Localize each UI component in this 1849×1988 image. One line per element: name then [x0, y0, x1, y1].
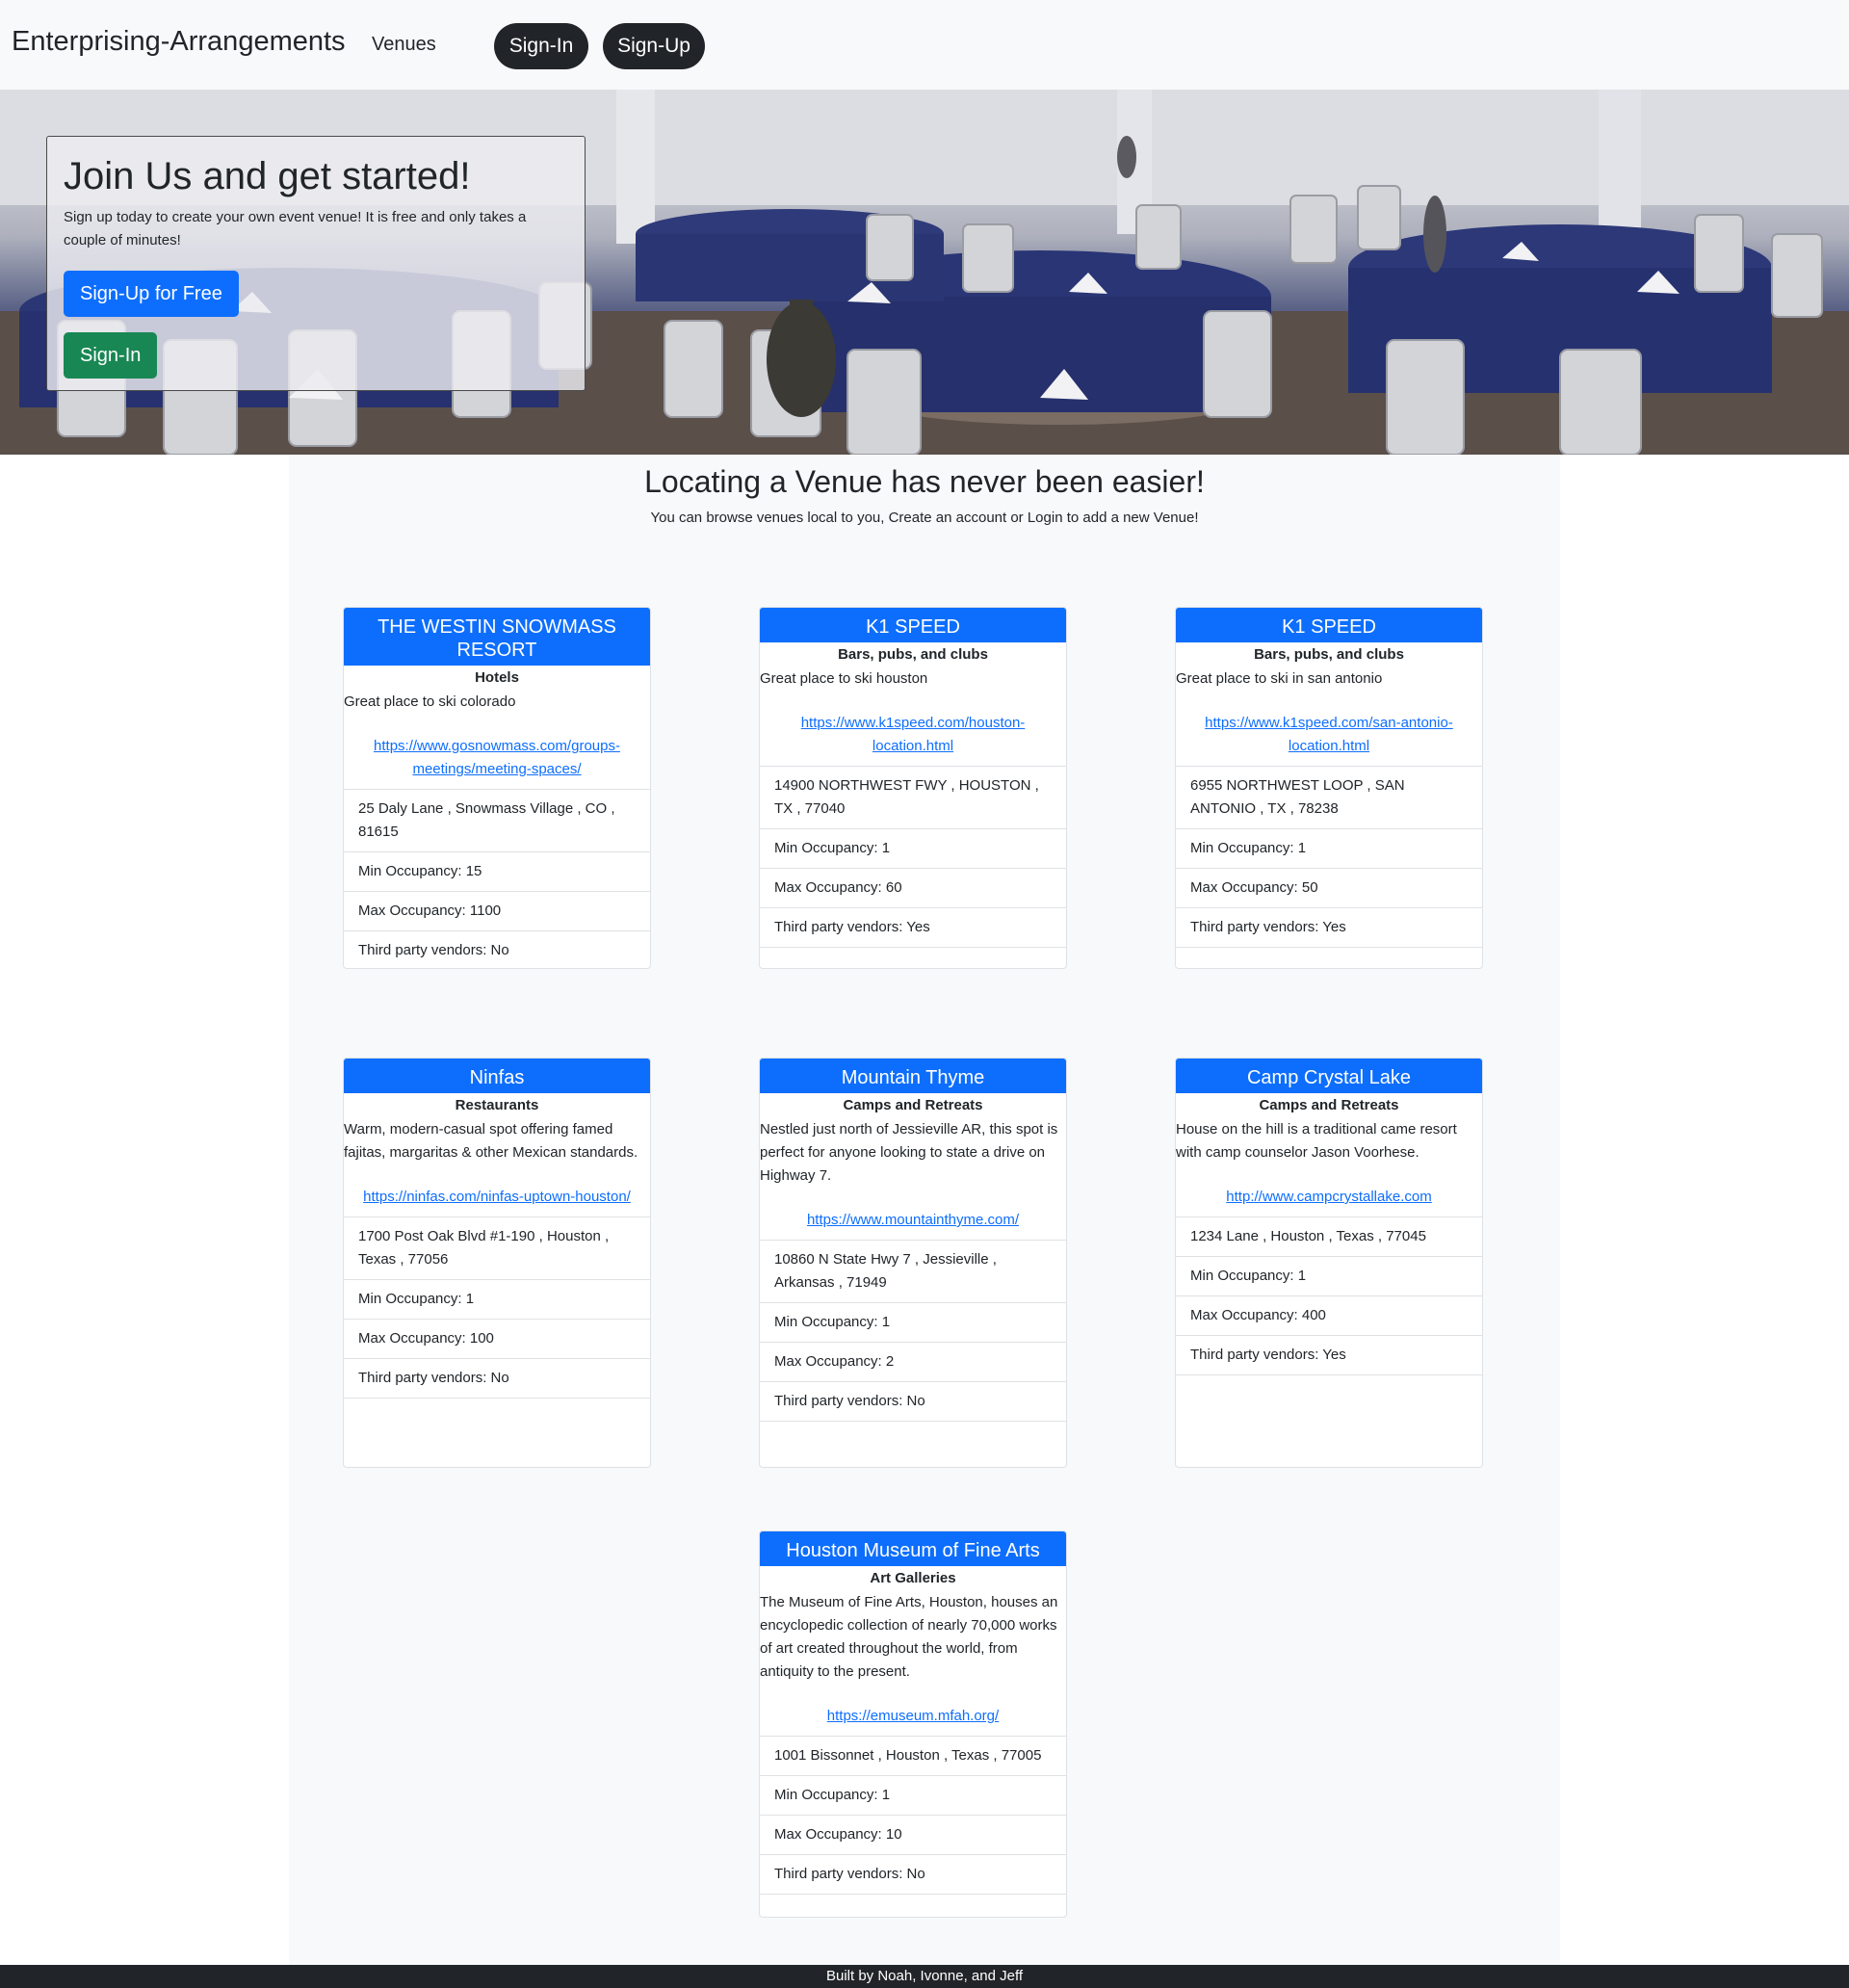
venue-name: K1 SPEED — [1176, 608, 1482, 642]
hero-title: Join Us and get started! — [64, 155, 471, 197]
venue-website-link[interactable]: https://www.gosnowmass.com/groups-meetin… — [344, 714, 650, 789]
venue-category: Camps and Retreats — [1259, 1097, 1399, 1113]
venue-name: Camp Crystal Lake — [1176, 1059, 1482, 1093]
hero-banner: Join Us and get started! Sign up today t… — [0, 90, 1849, 455]
venue-max-occupancy: Max Occupancy: 1100 — [344, 891, 650, 930]
brand-link[interactable]: Enterprising-Arrangements — [12, 26, 346, 58]
venue-third-party-vendors: Third party vendors: Yes — [760, 907, 1066, 947]
signup-free-button[interactable]: Sign-Up for Free — [64, 271, 239, 317]
venue-card: Camp Crystal Lake Camps and Retreats Hou… — [1175, 1058, 1483, 1468]
venue-third-party-vendors: Third party vendors: No — [760, 1854, 1066, 1894]
venue-max-occupancy: Max Occupancy: 400 — [1176, 1295, 1482, 1335]
hero-text: Sign up today to create your own event v… — [64, 209, 527, 248]
venue-name: K1 SPEED — [760, 608, 1066, 642]
card-footer-divider — [344, 1398, 650, 1399]
venue-third-party-vendors: Third party vendors: Yes — [1176, 1335, 1482, 1374]
venue-website-link[interactable]: http://www.campcrystallake.com — [1176, 1164, 1482, 1216]
venue-category: Restaurants — [455, 1097, 539, 1113]
card-footer-divider — [760, 947, 1066, 948]
venue-address: 10860 N State Hwy 7 , Jessieville , Arka… — [760, 1240, 1066, 1302]
hero-signin-button[interactable]: Sign-In — [64, 332, 158, 379]
navbar: Enterprising-Arrangements Venues Sign-In… — [0, 0, 1849, 90]
venue-card: Mountain Thyme Camps and Retreats Nestle… — [759, 1058, 1067, 1468]
venue-third-party-vendors: Third party vendors: No — [760, 1381, 1066, 1421]
card-footer-divider — [760, 1421, 1066, 1422]
venue-website-link[interactable]: https://www.mountainthyme.com/ — [760, 1188, 1066, 1240]
venue-description: Great place to ski colorado — [344, 693, 516, 710]
venue-third-party-vendors: Third party vendors: Yes — [1176, 907, 1482, 947]
venue-description: Warm, modern-casual spot offering famed … — [344, 1121, 638, 1161]
venue-website-link[interactable]: https://ninfas.com/ninfas-uptown-houston… — [344, 1164, 650, 1216]
venue-description: The Museum of Fine Arts, Houston, houses… — [760, 1594, 1058, 1680]
venue-category: Art Galleries — [870, 1570, 956, 1586]
section-subtitle: You can browse venues local to you, Crea… — [650, 510, 1199, 526]
venue-name: Houston Museum of Fine Arts — [760, 1531, 1066, 1566]
venue-category: Bars, pubs, and clubs — [838, 646, 988, 663]
venue-min-occupancy: Min Occupancy: 1 — [760, 1302, 1066, 1342]
venue-website-link[interactable]: https://www.k1speed.com/san-antonio-loca… — [1176, 691, 1482, 766]
venue-card: K1 SPEED Bars, pubs, and clubs Great pla… — [1175, 607, 1483, 969]
venue-name: Mountain Thyme — [760, 1059, 1066, 1093]
venue-website-link[interactable]: https://www.k1speed.com/houston-location… — [760, 691, 1066, 766]
venue-min-occupancy: Min Occupancy: 1 — [760, 1775, 1066, 1815]
venue-address: 25 Daly Lane , Snowmass Village , CO , 8… — [344, 789, 650, 851]
venue-category: Hotels — [475, 669, 519, 686]
venue-website-link[interactable]: https://emuseum.mfah.org/ — [760, 1684, 1066, 1736]
venue-description: Great place to ski in san antonio — [1176, 670, 1383, 687]
hero-signup-card: Join Us and get started! Sign up today t… — [46, 136, 586, 391]
footer: Built by Noah, Ivonne, and Jeff — [0, 1965, 1849, 1988]
venue-description: House on the hill is a traditional came … — [1176, 1121, 1457, 1161]
venue-name: THE WESTIN SNOWMASS RESORT — [344, 608, 650, 666]
venue-max-occupancy: Max Occupancy: 2 — [760, 1342, 1066, 1381]
venue-description: Nestled just north of Jessieville AR, th… — [760, 1121, 1058, 1184]
venue-min-occupancy: Min Occupancy: 1 — [760, 828, 1066, 868]
venue-card: THE WESTIN SNOWMASS RESORT Hotels Great … — [343, 607, 651, 969]
venue-min-occupancy: Min Occupancy: 1 — [344, 1279, 650, 1319]
card-footer-divider — [1176, 947, 1482, 948]
nav-signup-button[interactable]: Sign-Up — [603, 23, 705, 69]
venue-min-occupancy: Min Occupancy: 15 — [344, 851, 650, 891]
venue-max-occupancy: Max Occupancy: 50 — [1176, 868, 1482, 907]
venue-address: 1234 Lane , Houston , Texas , 77045 — [1176, 1216, 1482, 1256]
venue-card: Houston Museum of Fine Arts Art Gallerie… — [759, 1530, 1067, 1918]
venue-address: 14900 NORTHWEST FWY , HOUSTON , TX , 770… — [760, 766, 1066, 828]
nav-link-venues[interactable]: Venues — [372, 34, 436, 56]
venue-category: Bars, pubs, and clubs — [1254, 646, 1404, 663]
venue-third-party-vendors: Third party vendors: No — [344, 1358, 650, 1398]
card-footer-divider — [1176, 1374, 1482, 1375]
venue-max-occupancy: Max Occupancy: 10 — [760, 1815, 1066, 1854]
venues-section: Locating a Venue has never been easier! … — [289, 455, 1560, 1965]
venue-category: Camps and Retreats — [843, 1097, 983, 1113]
nav-signin-button[interactable]: Sign-In — [494, 23, 588, 69]
section-title: Locating a Venue has never been easier! — [644, 464, 1205, 499]
card-footer-divider — [760, 1894, 1066, 1895]
venue-address: 6955 NORTHWEST LOOP , SAN ANTONIO , TX ,… — [1176, 766, 1482, 828]
venue-min-occupancy: Min Occupancy: 1 — [1176, 828, 1482, 868]
venue-card: Ninfas Restaurants Warm, modern-casual s… — [343, 1058, 651, 1468]
venue-description: Great place to ski houston — [760, 670, 928, 687]
venue-max-occupancy: Max Occupancy: 60 — [760, 868, 1066, 907]
venue-card: K1 SPEED Bars, pubs, and clubs Great pla… — [759, 607, 1067, 969]
venue-third-party-vendors: Third party vendors: No — [344, 930, 650, 968]
venue-address: 1001 Bissonnet , Houston , Texas , 77005 — [760, 1736, 1066, 1775]
venue-max-occupancy: Max Occupancy: 100 — [344, 1319, 650, 1358]
venue-name: Ninfas — [344, 1059, 650, 1093]
venue-address: 1700 Post Oak Blvd #1-190 , Houston , Te… — [344, 1216, 650, 1279]
venue-min-occupancy: Min Occupancy: 1 — [1176, 1256, 1482, 1295]
